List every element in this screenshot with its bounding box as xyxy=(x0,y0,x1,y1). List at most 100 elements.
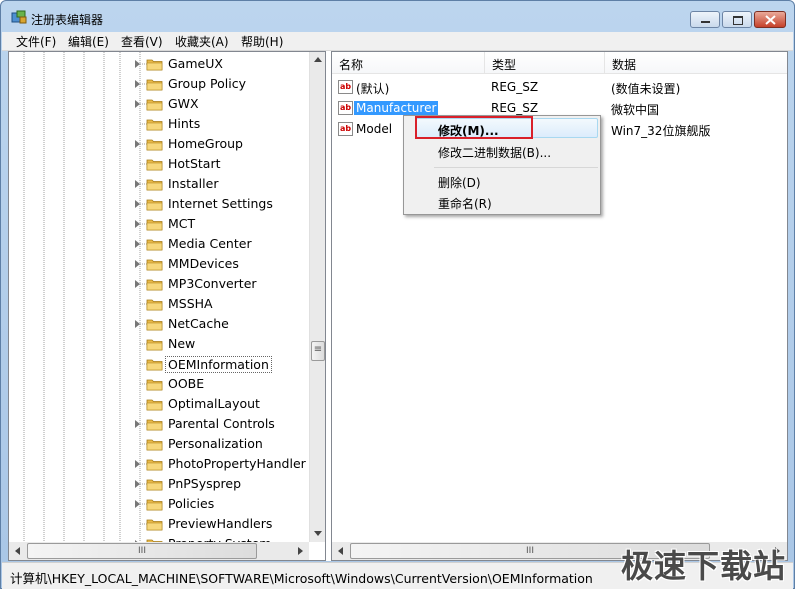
menu-favorites[interactable]: 收藏夹(A) xyxy=(175,33,229,50)
expand-arrow-icon[interactable] xyxy=(135,420,140,428)
tree-item-label: MCT xyxy=(168,216,196,231)
column-header-data[interactable]: 数据 xyxy=(605,52,787,74)
tree-item-label: NetCache xyxy=(168,316,229,331)
tree-item[interactable]: Parental Controls xyxy=(9,414,309,434)
tree-item-label: MMDevices xyxy=(168,256,239,271)
folder-icon xyxy=(146,59,163,71)
menu-help[interactable]: 帮助(H) xyxy=(241,33,283,50)
context-delete[interactable]: 删除(D) xyxy=(438,174,481,191)
context-separator xyxy=(434,167,598,168)
context-modify-binary[interactable]: 修改二进制数据(B)... xyxy=(438,144,551,161)
expand-arrow-icon[interactable] xyxy=(135,500,140,508)
client-area: GameUX Group Policy GWX Hints HomeGroup HotSt… xyxy=(8,51,788,561)
tree-item[interactable]: OptimalLayout xyxy=(9,394,309,414)
tree-item[interactable]: MMDevices xyxy=(9,254,309,274)
scroll-down-icon[interactable] xyxy=(314,531,322,536)
value-row[interactable]: ab (默认) REG_SZ (数值未设置) xyxy=(332,77,787,98)
tree-item-label: OEMInformation xyxy=(165,356,272,373)
scroll-left-icon[interactable] xyxy=(338,547,343,555)
close-icon xyxy=(765,15,776,25)
expand-arrow-icon[interactable] xyxy=(135,180,140,188)
column-header-name[interactable]: 名称 xyxy=(332,52,485,74)
tree-item[interactable]: OOBE xyxy=(9,374,309,394)
column-header-type[interactable]: 类型 xyxy=(485,52,605,74)
tree-item[interactable]: Installer xyxy=(9,174,309,194)
close-button[interactable] xyxy=(754,11,786,28)
tree-item[interactable]: GWX xyxy=(9,94,309,114)
folder-icon xyxy=(146,239,163,251)
scroll-left-icon[interactable] xyxy=(15,547,20,555)
expand-arrow-icon[interactable] xyxy=(135,240,140,248)
folder-icon xyxy=(146,79,163,91)
tree-item[interactable]: Hints xyxy=(9,114,309,134)
tree-item[interactable]: Media Center xyxy=(9,234,309,254)
tree-item[interactable]: HomeGroup xyxy=(9,134,309,154)
tree-item[interactable]: PreviewHandlers xyxy=(9,514,309,534)
folder-icon xyxy=(146,399,163,411)
tree-hscroll-thumb[interactable]: III xyxy=(27,543,257,559)
tree-item[interactable]: PhotoPropertyHandler xyxy=(9,454,309,474)
string-value-icon: ab xyxy=(338,101,353,115)
menu-file[interactable]: 文件(F) xyxy=(16,33,56,50)
column-header-data-label: 数据 xyxy=(612,58,637,72)
tree-item-label: HomeGroup xyxy=(168,136,243,151)
tree-item-label: Installer xyxy=(168,176,219,191)
expand-arrow-icon[interactable] xyxy=(135,280,140,288)
tree-item-label: Media Center xyxy=(168,236,252,251)
status-path: 计算机\HKEY_LOCAL_MACHINE\SOFTWARE\Microsof… xyxy=(10,571,593,586)
menu-edit[interactable]: 编辑(E) xyxy=(68,33,109,50)
annotation-highlight-box xyxy=(415,116,533,139)
tree-item[interactable]: New xyxy=(9,334,309,354)
tree-vscroll-thumb[interactable]: ≡ xyxy=(311,341,325,361)
folder-icon xyxy=(146,319,163,331)
expand-arrow-icon[interactable] xyxy=(135,100,140,108)
scroll-up-icon[interactable] xyxy=(314,57,322,62)
scroll-right-icon[interactable] xyxy=(298,547,303,555)
tree-item[interactable]: MCT xyxy=(9,214,309,234)
folder-icon xyxy=(146,139,163,151)
tree-item[interactable]: PnPSysprep xyxy=(9,474,309,494)
tree-item[interactable]: HotStart xyxy=(9,154,309,174)
menu-view[interactable]: 查看(V) xyxy=(121,33,163,50)
expand-arrow-icon[interactable] xyxy=(135,80,140,88)
column-header-type-label: 类型 xyxy=(492,58,517,72)
minimize-button[interactable] xyxy=(690,11,720,28)
tree-item-label: Personalization xyxy=(168,436,263,451)
tree-item-label: MP3Converter xyxy=(168,276,257,291)
expand-arrow-icon[interactable] xyxy=(135,60,140,68)
maximize-icon xyxy=(733,16,743,25)
expand-arrow-icon[interactable] xyxy=(135,320,140,328)
tree-item-label: Internet Settings xyxy=(168,196,273,211)
tree-item[interactable]: GameUX xyxy=(9,54,309,74)
folder-icon xyxy=(146,419,163,431)
tree-item[interactable]: MSSHA xyxy=(9,294,309,314)
tree-item[interactable]: MP3Converter xyxy=(9,274,309,294)
maximize-button[interactable] xyxy=(722,11,752,28)
value-name: (默认) xyxy=(356,82,390,96)
window-title: 注册表编辑器 xyxy=(31,13,104,27)
tree-horizontal-scrollbar[interactable]: III xyxy=(9,542,309,560)
tree-item-label: OOBE xyxy=(168,376,205,391)
registry-tree[interactable]: GameUX Group Policy GWX Hints HomeGroup HotSt… xyxy=(8,51,326,561)
title-bar[interactable]: 注册表编辑器 xyxy=(1,1,794,31)
expand-arrow-icon[interactable] xyxy=(135,200,140,208)
tree-item[interactable]: Group Policy xyxy=(9,74,309,94)
value-data: 微软中国 xyxy=(611,103,660,117)
tree-item-selected[interactable]: OEMInformation xyxy=(9,354,309,374)
expand-arrow-icon[interactable] xyxy=(135,140,140,148)
context-rename[interactable]: 重命名(R) xyxy=(438,195,492,212)
tree-item[interactable]: Internet Settings xyxy=(9,194,309,214)
expand-arrow-icon[interactable] xyxy=(135,460,140,468)
tree-item[interactable]: Personalization xyxy=(9,434,309,454)
expand-arrow-icon[interactable] xyxy=(135,260,140,268)
tree-item-label: Hints xyxy=(168,116,201,131)
tree-item[interactable]: NetCache xyxy=(9,314,309,334)
expand-arrow-icon[interactable] xyxy=(135,480,140,488)
folder-icon xyxy=(146,159,163,171)
tree-item-label: Group Policy xyxy=(168,76,246,91)
tree-vertical-scrollbar[interactable]: ≡ xyxy=(309,52,325,542)
tree-item[interactable]: Policies xyxy=(9,494,309,514)
expand-arrow-icon[interactable] xyxy=(135,220,140,228)
value-data: (数值未设置) xyxy=(611,82,681,96)
tree-item-label: GWX xyxy=(168,96,199,111)
